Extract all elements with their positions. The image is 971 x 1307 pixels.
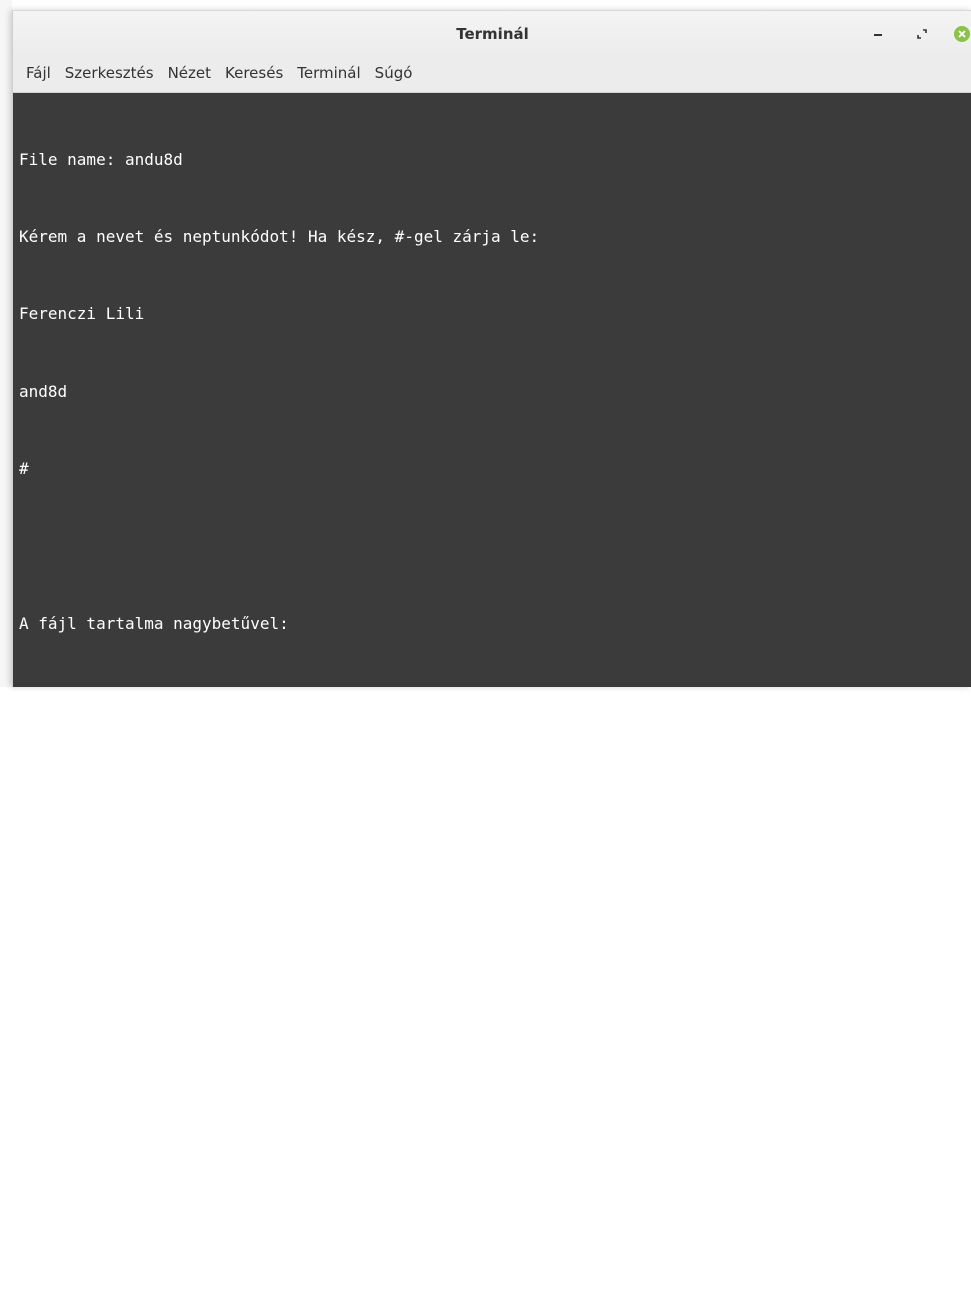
- background-window-edge: [0, 0, 12, 687]
- terminal-line: FERENCZI LILI: [19, 691, 145, 711]
- text-cursor: [19, 1231, 30, 1255]
- menu-terminal[interactable]: Terminál: [290, 54, 367, 92]
- title-bar[interactable]: Terminál: [13, 10, 971, 55]
- terminal-line: File name: andu8d: [19, 149, 183, 169]
- maximize-icon: [917, 29, 927, 39]
- terminal-line: Ferenczi Lili: [19, 304, 145, 324]
- minimize-icon: [874, 34, 882, 36]
- cursor-line: [19, 1230, 971, 1256]
- menu-file[interactable]: Fájl: [19, 54, 58, 92]
- menu-view[interactable]: Nézet: [161, 54, 218, 92]
- terminal-line: AND8D: [19, 768, 68, 788]
- terminal-line: #: [19, 459, 29, 479]
- terminal-window: Terminál Fájl Szerkesztés Nézet Keresés …: [12, 10, 971, 1255]
- menu-help[interactable]: Súgó: [368, 54, 420, 92]
- terminal-output[interactable]: File name: andu8d Kérem a nevet és neptu…: [13, 93, 971, 1255]
- close-icon: [954, 26, 970, 42]
- menu-edit[interactable]: Szerkesztés: [58, 54, 161, 92]
- terminal-line: Kérem a nevet és neptunkódot! Ha kész, #…: [19, 226, 540, 246]
- menu-bar: Fájl Szerkesztés Nézet Keresés Terminál …: [13, 54, 971, 93]
- window-title: Terminál: [456, 25, 529, 43]
- terminal-line: Press return to continue: [19, 1155, 251, 1175]
- close-button[interactable]: [953, 25, 971, 43]
- minimize-button[interactable]: [869, 25, 887, 43]
- terminal-line: (program exited with code: 0): [19, 1078, 299, 1098]
- maximize-button[interactable]: [913, 25, 931, 43]
- terminal-line: and8d: [19, 381, 68, 401]
- terminal-line: A fájl tartalma nagybetűvel:: [19, 613, 289, 633]
- terminal-line: ------------------: [19, 1000, 193, 1020]
- menu-search[interactable]: Keresés: [218, 54, 290, 92]
